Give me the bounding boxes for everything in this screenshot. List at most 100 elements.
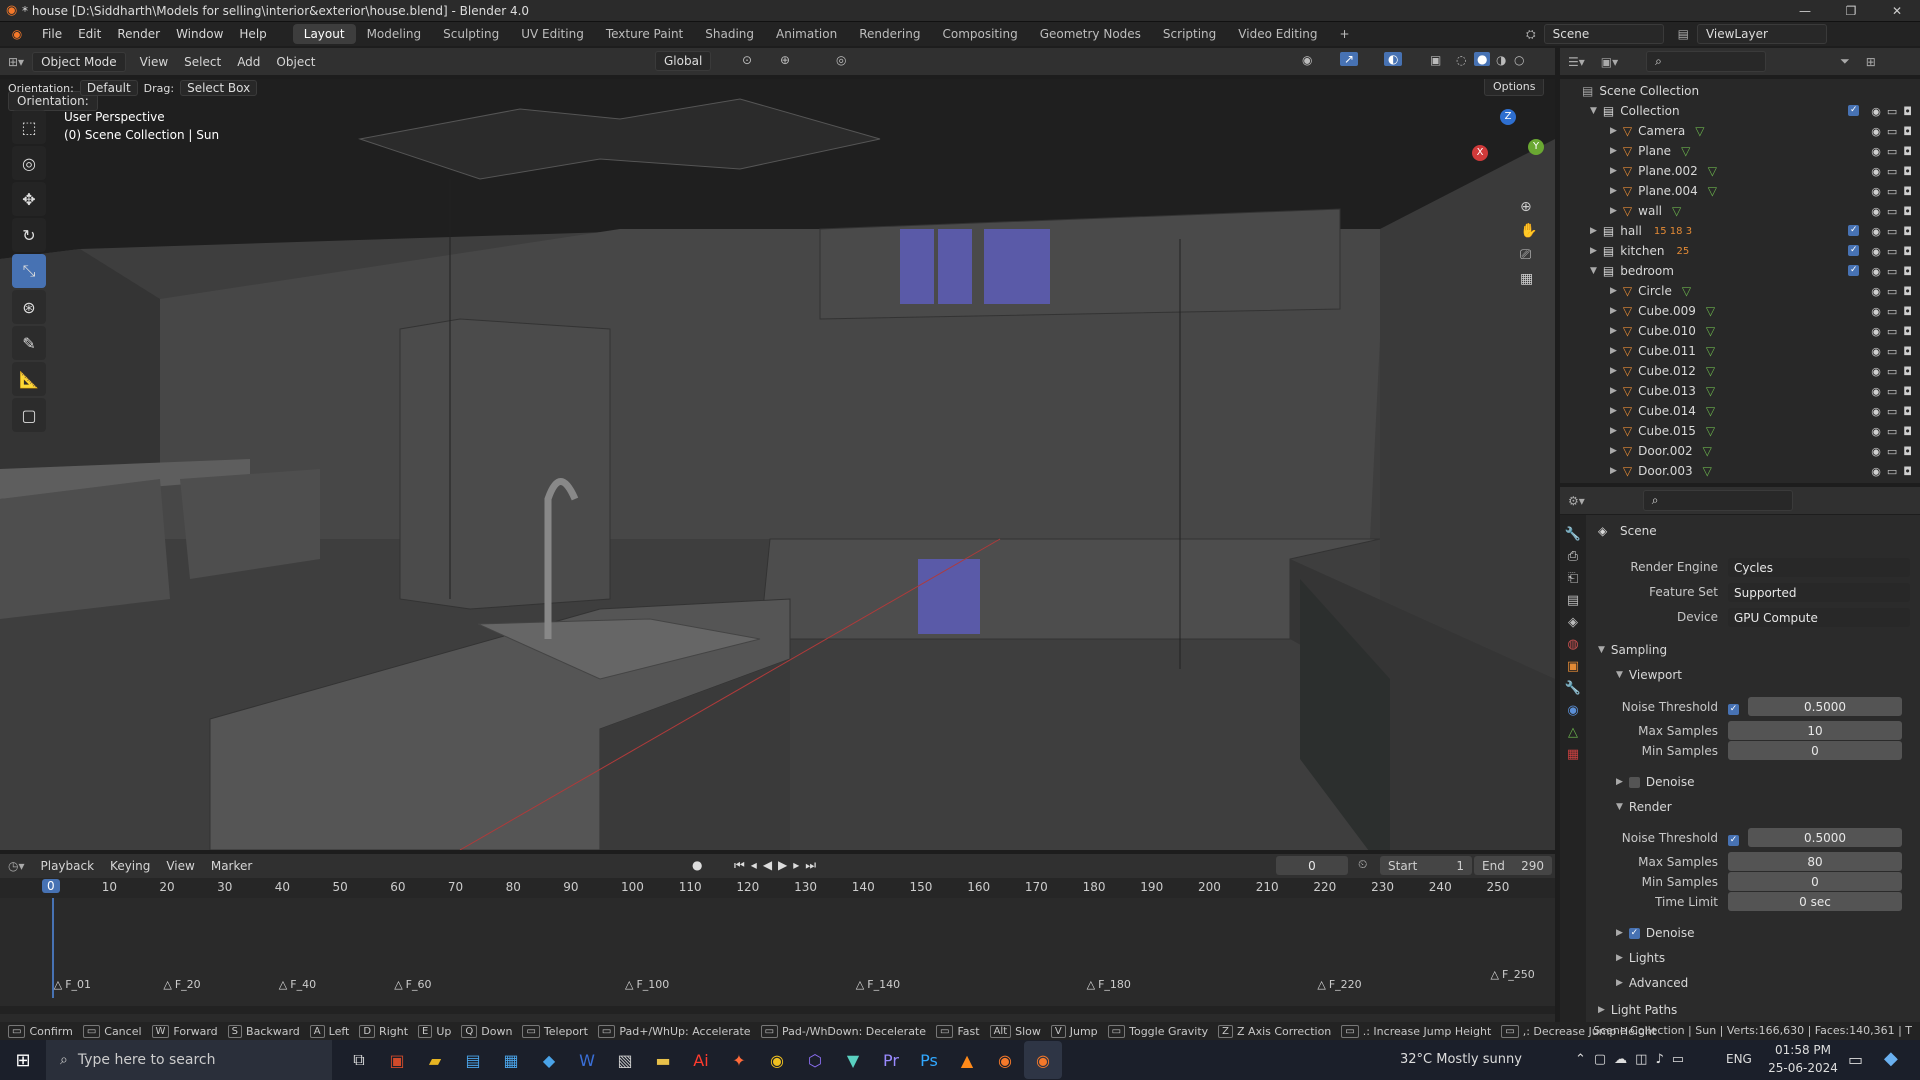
eye-icon[interactable]: ◉ xyxy=(1871,225,1881,238)
store-icon[interactable]: ▦ xyxy=(492,1041,530,1079)
taskbar-search-box[interactable]: ⌕ Type here to search xyxy=(46,1040,332,1080)
render-noise-checkbox[interactable]: ✓ xyxy=(1728,831,1745,846)
outliner-object-row[interactable]: ▶ ▽ Camera ▽ ◉ ▭ ◘ xyxy=(1560,121,1920,141)
mesh-data-icon[interactable]: ▽ xyxy=(1706,364,1715,378)
timeline-marker[interactable]: △ F_01 xyxy=(54,978,91,991)
eye-icon[interactable]: ◉ xyxy=(1871,425,1881,438)
render-disable-icon[interactable]: ◘ xyxy=(1903,125,1912,138)
timeline-marker[interactable]: △ F_60 xyxy=(394,978,431,991)
eye-icon[interactable]: ◉ xyxy=(1871,405,1881,418)
eye-icon[interactable]: ◉ xyxy=(1871,305,1881,318)
scene-selector[interactable]: Scene xyxy=(1543,24,1664,44)
mesh-data-icon[interactable]: ▽ xyxy=(1703,464,1712,478)
timeline-marker[interactable]: △ F_100 xyxy=(625,978,669,991)
render-disable-icon[interactable]: ◘ xyxy=(1903,465,1912,478)
render-disable-icon[interactable]: ◘ xyxy=(1903,185,1912,198)
transform-orientation-dropdown[interactable]: Global xyxy=(655,51,712,71)
vlc-icon[interactable]: ▲ xyxy=(948,1041,986,1079)
mesh-data-icon[interactable]: ▽ xyxy=(1672,204,1681,218)
expand-toggle-icon[interactable]: ▶ xyxy=(1610,346,1617,356)
close-button[interactable]: ✕ xyxy=(1874,0,1920,22)
mesh-data-icon[interactable]: ▽ xyxy=(1706,404,1715,418)
viewport-noise-field[interactable]: 0.5000 xyxy=(1748,697,1902,716)
app2-icon[interactable]: ◆ xyxy=(530,1041,568,1079)
eye-icon[interactable]: ◉ xyxy=(1871,185,1881,198)
viewlayer-icon[interactable]: ▤ xyxy=(1678,27,1689,41)
weather-widget[interactable]: 32°C Mostly sunny xyxy=(1400,1052,1522,1067)
render-min-samples-field[interactable]: 0 xyxy=(1728,872,1902,891)
expand-toggle-icon[interactable]: ▶ xyxy=(1610,146,1617,156)
tab-shading[interactable]: Shading xyxy=(694,24,765,44)
mesh-data-icon[interactable]: ▽ xyxy=(1706,304,1715,318)
render-disable-icon[interactable]: ◘ xyxy=(1903,425,1912,438)
move-tool-icon[interactable]: ✥ xyxy=(12,182,46,216)
texture-tab-icon[interactable]: ▦ xyxy=(1567,747,1579,762)
menu-playback[interactable]: Playback xyxy=(33,857,103,875)
scene-tab-icon[interactable]: ◈ xyxy=(1568,615,1578,630)
outliner-collection-row[interactable]: ▼ ▤ Collection ✓ ◉ ▭ ◘ xyxy=(1560,101,1920,121)
app-icon[interactable]: ▤ xyxy=(454,1041,492,1079)
viewport-min-samples-field[interactable]: 0 xyxy=(1728,741,1902,760)
tab-video-editing[interactable]: Video Editing xyxy=(1227,24,1328,44)
proportional-edit-icon[interactable]: ◎ xyxy=(836,53,846,67)
eye-icon[interactable]: ◉ xyxy=(1871,285,1881,298)
modifier-tab-icon[interactable]: 🔧 xyxy=(1565,681,1581,696)
timeline-marker[interactable]: △ F_20 xyxy=(163,978,200,991)
viewport-disable-icon[interactable]: ▭ xyxy=(1887,325,1897,338)
language-indicator[interactable]: ENG xyxy=(1726,1052,1752,1066)
rotate-tool-icon[interactable]: ↻ xyxy=(12,218,46,252)
outliner-object-row[interactable]: ▶ ▽ Cube.009 ▽ ◉ ▭ ◘ xyxy=(1560,301,1920,321)
menu-object[interactable]: Object xyxy=(268,53,323,71)
render-disable-icon[interactable]: ◘ xyxy=(1903,245,1912,258)
chrome-icon[interactable]: ◉ xyxy=(758,1041,796,1079)
eye-icon[interactable]: ◉ xyxy=(1871,145,1881,158)
word-icon[interactable]: W xyxy=(568,1041,606,1079)
preview-range-icon[interactable]: ⏲ xyxy=(1358,857,1367,872)
expand-toggle-icon[interactable]: ▶ xyxy=(1610,166,1617,176)
render-disable-icon[interactable]: ◘ xyxy=(1903,225,1912,238)
outliner-object-row[interactable]: ▶ ▽ Door.003 ▽ ◉ ▭ ◘ xyxy=(1560,461,1920,481)
snap-icon[interactable]: ⊕ xyxy=(780,53,790,67)
options-dropdown[interactable]: Options xyxy=(1484,79,1545,96)
view-layer-tab-icon[interactable]: ▤ xyxy=(1567,593,1579,608)
tab-uv-editing[interactable]: UV Editing xyxy=(510,24,595,44)
outliner-object-row[interactable]: ▶ ▽ Cube.010 ▽ ◉ ▭ ◘ xyxy=(1560,321,1920,341)
viewport-noise-checkbox[interactable]: ✓ xyxy=(1728,700,1745,715)
advanced-subpanel[interactable]: ▶ Advanced xyxy=(1616,976,1688,990)
timeline-scrollbar[interactable] xyxy=(0,1006,1555,1014)
viewport-disable-icon[interactable]: ▭ xyxy=(1887,385,1897,398)
tab-sculpting[interactable]: Sculpting xyxy=(432,24,510,44)
outliner-object-row[interactable]: ▶ ▽ Plane.002 ▽ ◉ ▭ ◘ xyxy=(1560,161,1920,181)
viewport-denoise-subpanel[interactable]: ▶ Denoise xyxy=(1616,775,1694,789)
exclude-checkbox[interactable]: ✓ xyxy=(1848,224,1860,236)
device-dropdown[interactable]: GPU Compute xyxy=(1728,608,1910,627)
eye-icon[interactable]: ◉ xyxy=(1871,365,1881,378)
tab-scripting[interactable]: Scripting xyxy=(1152,24,1227,44)
expand-toggle-icon[interactable]: ▶ xyxy=(1610,426,1617,436)
render-disable-icon[interactable]: ◘ xyxy=(1903,105,1912,118)
display-mode-icon[interactable]: ▣▾ xyxy=(1593,53,1626,71)
expand-toggle-icon[interactable]: ▶ xyxy=(1610,286,1617,296)
expand-toggle-icon[interactable]: ▶ xyxy=(1590,246,1597,256)
world-tab-icon[interactable]: ◍ xyxy=(1567,637,1578,652)
viewport-disable-icon[interactable]: ▭ xyxy=(1887,365,1897,378)
render-disable-icon[interactable]: ◘ xyxy=(1903,165,1912,178)
render-disable-icon[interactable]: ◘ xyxy=(1903,325,1912,338)
menu-timeline-view[interactable]: View xyxy=(158,857,202,875)
render-disable-icon[interactable]: ◘ xyxy=(1903,345,1912,358)
viewlayer-selector[interactable]: ViewLayer xyxy=(1696,24,1827,44)
render-disable-icon[interactable]: ◘ xyxy=(1903,285,1912,298)
render-subpanel-header[interactable]: ▼ Render xyxy=(1616,800,1672,814)
menu-file[interactable]: File xyxy=(34,27,70,41)
timeline-marker[interactable]: △ F_220 xyxy=(1317,978,1361,991)
exclude-checkbox[interactable]: ✓ xyxy=(1848,104,1860,116)
visibility-icon[interactable]: ◉ xyxy=(1302,53,1312,67)
app3-icon[interactable]: ▧ xyxy=(606,1041,644,1079)
end-frame-field[interactable]: End 290 xyxy=(1474,856,1552,875)
orientation-dropdown[interactable]: Default xyxy=(79,80,138,96)
object-tab-icon[interactable]: ▣ xyxy=(1567,659,1579,674)
cursor-tool-icon[interactable]: ◎ xyxy=(12,146,46,180)
pivot-icon[interactable]: ⊙ xyxy=(742,53,752,67)
annotate-tool-icon[interactable]: ✎ xyxy=(12,326,46,360)
expand-toggle-icon[interactable]: ▼ xyxy=(1590,266,1597,276)
